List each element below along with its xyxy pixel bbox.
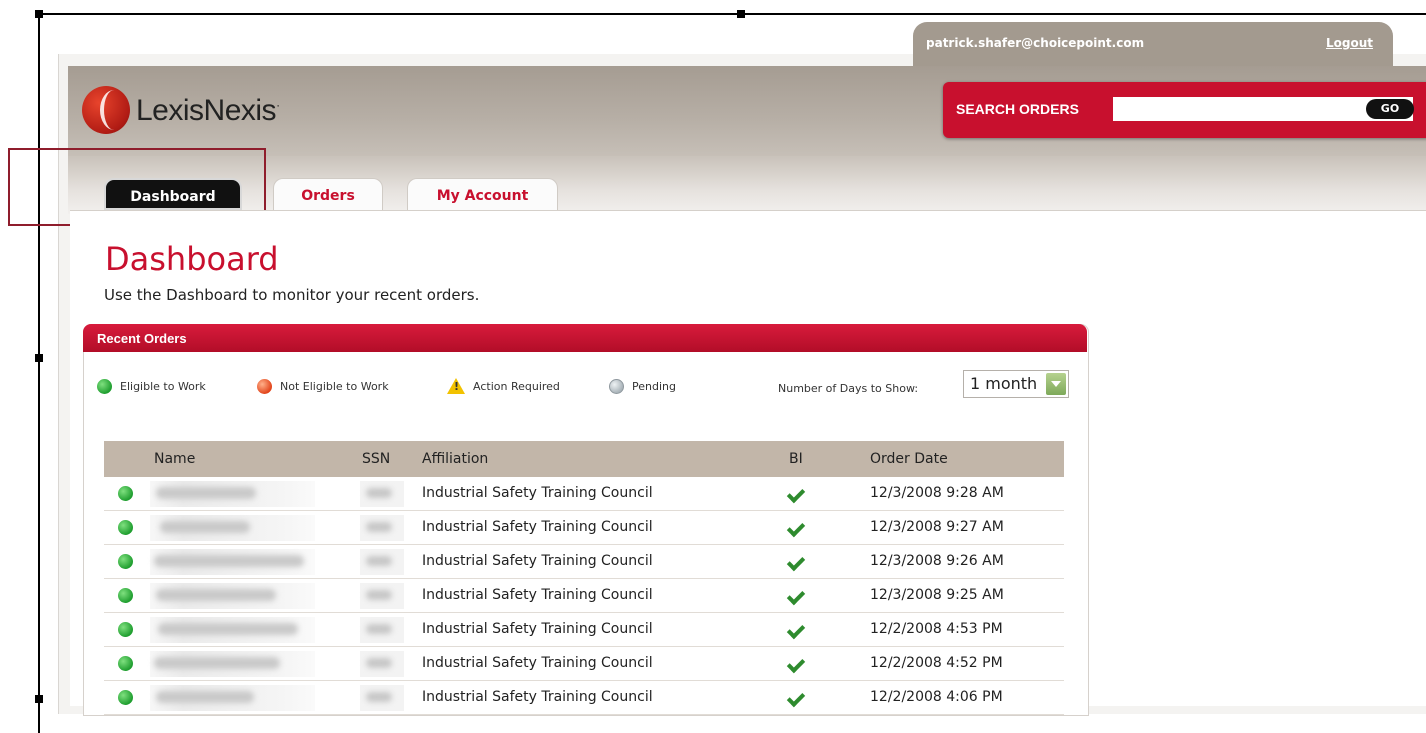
redacted-name[interactable]	[150, 515, 315, 541]
checkmark-icon	[789, 621, 807, 635]
affiliation-cell: Industrial Safety Training Council	[422, 553, 653, 569]
legend-item-action-required: Action Required	[447, 376, 560, 396]
checkmark-icon	[789, 689, 807, 703]
redacted-ssn	[360, 515, 404, 541]
affiliation-cell: Industrial Safety Training Council	[422, 655, 653, 671]
redacted-name[interactable]	[150, 549, 315, 575]
order-date-cell: 12/2/2008 4:52 PM	[870, 655, 1003, 671]
page-title: Dashboard	[105, 240, 279, 278]
days-to-show-value: 1 month	[970, 374, 1038, 393]
column-header-name[interactable]: Name	[154, 451, 195, 467]
green-circle-icon	[118, 690, 133, 705]
panel-header	[83, 324, 1087, 352]
affiliation-cell: Industrial Safety Training Council	[422, 519, 653, 535]
redacted-ssn	[360, 685, 404, 711]
column-header-affiliation[interactable]: Affiliation	[422, 451, 488, 467]
panel-title: Recent Orders	[97, 331, 187, 346]
affiliation-cell: Industrial Safety Training Council	[422, 689, 653, 705]
days-to-show-label: Number of Days to Show:	[778, 382, 919, 395]
grey-circle-icon	[609, 378, 624, 394]
checkmark-icon	[789, 485, 807, 499]
green-circle-icon	[118, 656, 133, 671]
resize-handle[interactable]	[35, 10, 43, 18]
column-header-ssn[interactable]: SSN	[362, 451, 390, 467]
affiliation-cell: Industrial Safety Training Council	[422, 485, 653, 501]
order-date-cell: 12/2/2008 4:53 PM	[870, 621, 1003, 637]
resize-handle[interactable]	[737, 10, 745, 18]
go-button[interactable]: GO	[1366, 99, 1414, 119]
redacted-ssn	[360, 617, 404, 643]
legend-label: Action Required	[473, 379, 560, 393]
redacted-name[interactable]	[150, 583, 315, 609]
user-email: patrick.shafer@choicepoint.com	[926, 36, 1145, 50]
green-circle-icon	[118, 588, 133, 603]
column-header-order-date[interactable]: Order Date	[870, 451, 948, 467]
warning-icon	[447, 378, 465, 394]
legend-item-not-eligible: Not Eligible to Work	[257, 376, 389, 396]
resize-handle[interactable]	[35, 695, 43, 703]
redacted-ssn	[360, 481, 404, 507]
tab-my-account[interactable]: My Account	[407, 178, 558, 210]
green-circle-icon	[118, 622, 133, 637]
order-date-cell: 12/2/2008 4:06 PM	[870, 689, 1003, 705]
order-date-cell: 12/3/2008 9:27 AM	[870, 519, 1004, 535]
affiliation-cell: Industrial Safety Training Council	[422, 621, 653, 637]
search-label: SEARCH ORDERS	[956, 101, 1079, 117]
page-subtitle: Use the Dashboard to monitor your recent…	[104, 286, 480, 304]
chevron-down-icon[interactable]	[1046, 373, 1066, 395]
order-date-cell: 12/3/2008 9:28 AM	[870, 485, 1004, 501]
tab-bar	[68, 156, 1426, 214]
green-circle-icon	[118, 486, 133, 501]
order-date-cell: 12/3/2008 9:25 AM	[870, 587, 1004, 603]
legend-label: Not Eligible to Work	[280, 379, 389, 393]
lexisnexis-logo-icon[interactable]	[82, 86, 130, 134]
redacted-ssn	[360, 549, 404, 575]
column-header-bi[interactable]: BI	[789, 451, 803, 467]
checkmark-icon	[789, 519, 807, 533]
affiliation-cell: Industrial Safety Training Council	[422, 587, 653, 603]
red-circle-icon	[257, 378, 272, 394]
resize-handle[interactable]	[35, 354, 43, 362]
brand-name[interactable]: LexisNexis·	[136, 94, 280, 128]
logout-link[interactable]: Logout	[1326, 36, 1373, 50]
legend-label: Eligible to Work	[120, 379, 206, 393]
checkmark-icon	[789, 587, 807, 601]
green-circle-icon	[97, 378, 112, 394]
green-circle-icon	[118, 554, 133, 569]
redacted-name[interactable]	[150, 481, 315, 507]
green-circle-icon	[118, 520, 133, 535]
legend-item-eligible: Eligible to Work	[97, 376, 206, 396]
redacted-name[interactable]	[150, 651, 315, 677]
checkmark-icon	[789, 553, 807, 567]
redacted-ssn	[360, 583, 404, 609]
redacted-name[interactable]	[150, 617, 315, 643]
redacted-ssn	[360, 651, 404, 677]
brand-mark: ·	[276, 98, 280, 112]
redacted-name[interactable]	[150, 685, 315, 711]
legend-item-pending: Pending	[609, 376, 676, 396]
tab-orders[interactable]: Orders	[273, 178, 383, 210]
order-date-cell: 12/3/2008 9:26 AM	[870, 553, 1004, 569]
legend-label: Pending	[632, 379, 676, 393]
checkmark-icon	[789, 655, 807, 669]
